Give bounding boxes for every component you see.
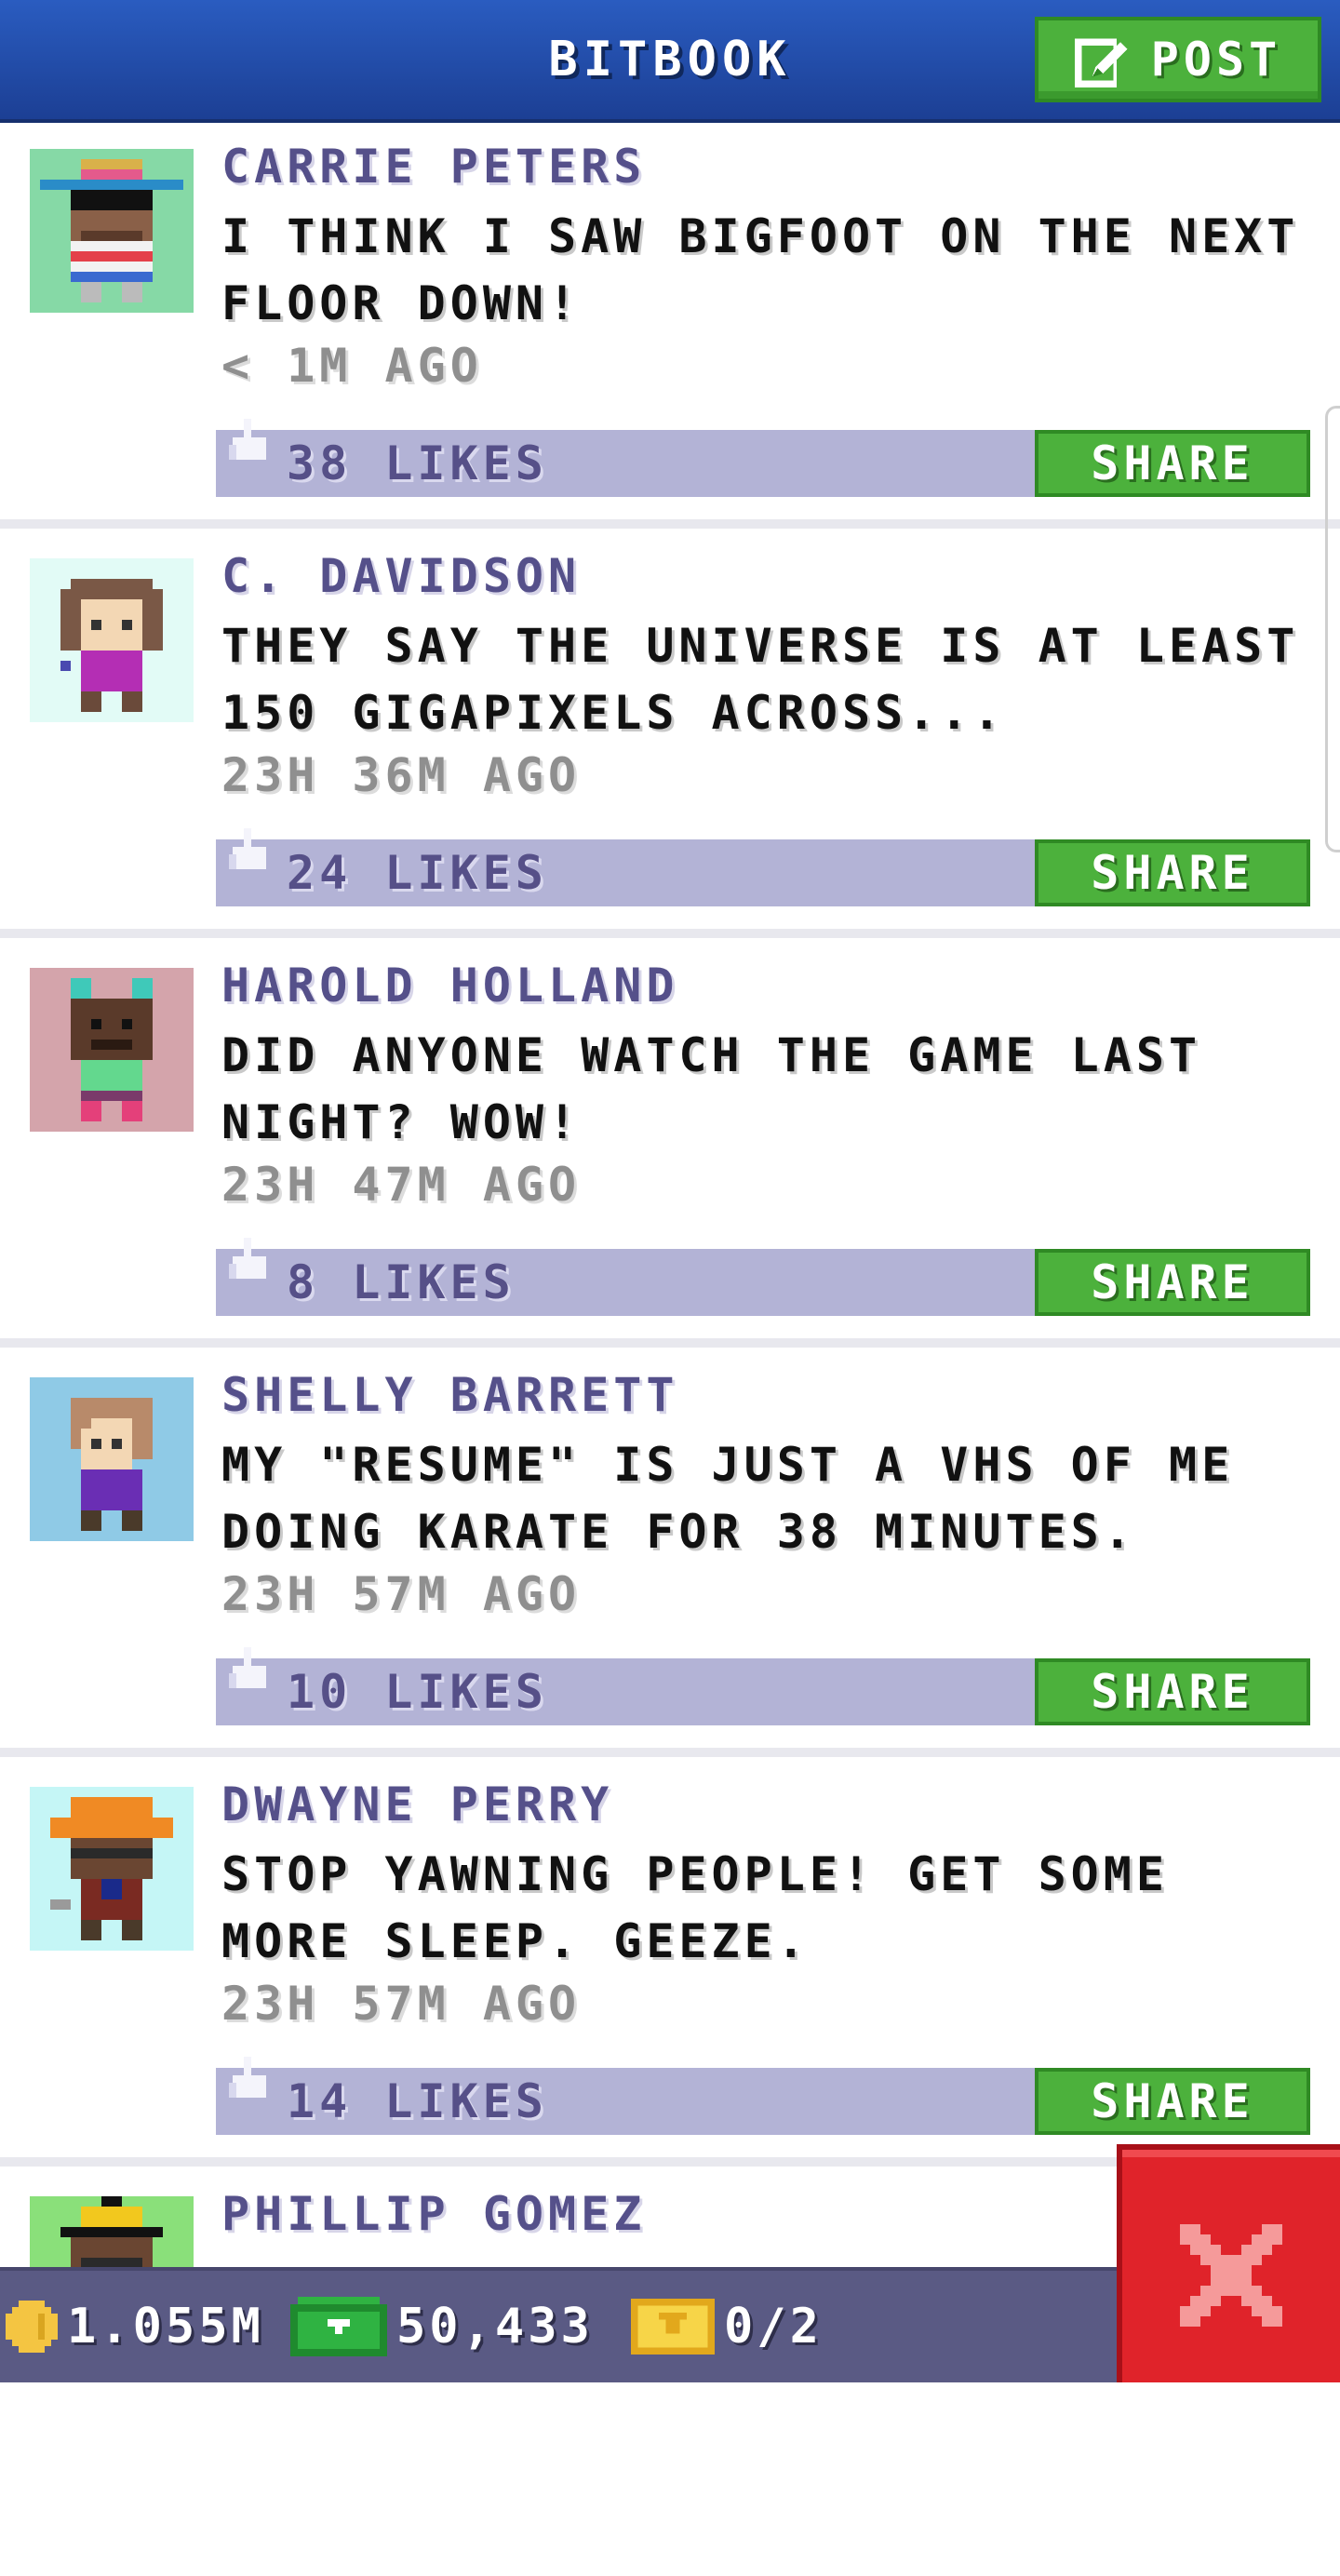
- post-time: < 1M AGO: [221, 339, 483, 393]
- feed-post: C. DAVIDSON THEY SAY THE UNIVERSE IS AT …: [0, 529, 1340, 938]
- likes-bar: 10 LIKES SHARE: [216, 1647, 1310, 1725]
- thumbs-up-icon[interactable]: [229, 2057, 270, 2116]
- post-time: 23H 57M AGO: [221, 1977, 582, 2031]
- post-message: THEY SAY THE UNIVERSE IS AT LEAST 150 GI…: [221, 619, 1300, 740]
- share-button[interactable]: SHARE: [1035, 839, 1310, 906]
- post-button[interactable]: POST: [1035, 17, 1321, 102]
- post-author[interactable]: PHILLIP GOMEZ: [221, 2187, 646, 2241]
- likes-bar: 14 LIKES SHARE: [216, 2057, 1310, 2135]
- post-message: DID ANYONE WATCH THE GAME LAST NIGHT? WO…: [221, 1028, 1202, 1149]
- post-message: MY "RESUME" IS JUST A VHS OF ME DOING KA…: [221, 1438, 1235, 1559]
- avatar-sombrero-icon: [30, 149, 194, 313]
- share-button[interactable]: SHARE: [1035, 1658, 1310, 1725]
- share-button[interactable]: SHARE: [1035, 1249, 1310, 1316]
- likes-count: 24 LIKES: [287, 846, 548, 900]
- feed-post: HAROLD HOLLAND DID ANYONE WATCH THE GAME…: [0, 938, 1340, 1348]
- post-author[interactable]: HAROLD HOLLAND: [221, 959, 678, 1013]
- post-divider: [0, 1338, 1340, 1348]
- post-time: 23H 57M AGO: [221, 1567, 582, 1621]
- post-author[interactable]: SHELLY BARRETT: [221, 1368, 678, 1422]
- tickets-value: 0/2: [724, 2299, 823, 2355]
- thumbs-up-icon[interactable]: [229, 419, 270, 478]
- post-author[interactable]: DWAYNE PERRY: [221, 1778, 613, 1831]
- likes-count: 38 LIKES: [287, 436, 548, 490]
- post-message: I THINK I SAW BIGFOOT ON THE NEXT FLOOR …: [221, 209, 1300, 330]
- bux-icon: [290, 2297, 387, 2356]
- post-time: 23H 36M AGO: [221, 748, 582, 802]
- coins-stat: 1.055M: [6, 2271, 264, 2382]
- post-button-label: POST: [1150, 33, 1282, 87]
- scrollbar[interactable]: [1325, 406, 1340, 852]
- likes-count: 14 LIKES: [287, 2074, 548, 2128]
- avatar-girl-icon: [30, 1377, 194, 1541]
- avatar[interactable]: [30, 558, 194, 722]
- header-bar: BITBOOK POST: [0, 0, 1340, 119]
- avatar[interactable]: [30, 1377, 194, 1541]
- share-button[interactable]: SHARE: [1035, 2068, 1310, 2135]
- avatar-hardhat-icon: [30, 1787, 194, 1951]
- post-divider: [0, 929, 1340, 938]
- close-button[interactable]: [1117, 2144, 1340, 2382]
- bux-value: 50,433: [396, 2299, 594, 2355]
- post-author[interactable]: CARRIE PETERS: [221, 140, 646, 194]
- avatar-woman-icon: [30, 558, 194, 722]
- share-button[interactable]: SHARE: [1035, 430, 1310, 497]
- post-message: STOP YAWNING PEOPLE! GET SOME MORE SLEEP…: [221, 1847, 1169, 1968]
- close-icon: [1180, 2224, 1282, 2327]
- thumbs-up-icon[interactable]: [229, 828, 270, 888]
- feed-post: SHELLY BARRETT MY "RESUME" IS JUST A VHS…: [0, 1348, 1340, 1757]
- thumbs-up-icon[interactable]: [229, 1238, 270, 1297]
- coin-icon: [6, 2301, 58, 2353]
- avatar[interactable]: [30, 1787, 194, 1951]
- likes-bar: 24 LIKES SHARE: [216, 828, 1310, 906]
- post-time: 23H 47M AGO: [221, 1158, 582, 1212]
- post-divider: [0, 1748, 1340, 1757]
- coins-value: 1.055M: [67, 2299, 264, 2355]
- likes-bar: 38 LIKES SHARE: [216, 419, 1310, 497]
- ticket-icon: [631, 2299, 715, 2355]
- feed-post: DWAYNE PERRY STOP YAWNING PEOPLE! GET SO…: [0, 1757, 1340, 2167]
- avatar-cat-ears-icon: [30, 968, 194, 1132]
- thumbs-up-icon[interactable]: [229, 1647, 270, 1707]
- likes-bar: 8 LIKES SHARE: [216, 1238, 1310, 1316]
- post-divider: [0, 519, 1340, 529]
- tickets-stat: 0/2: [631, 2271, 823, 2382]
- edit-icon: [1074, 38, 1128, 87]
- feed-post: CARRIE PETERS I THINK I SAW BIGFOOT ON T…: [0, 119, 1340, 529]
- bux-stat: 50,433: [290, 2271, 594, 2382]
- post-author[interactable]: C. DAVIDSON: [221, 549, 581, 603]
- likes-count: 10 LIKES: [287, 1665, 548, 1719]
- likes-count: 8 LIKES: [287, 1255, 516, 1309]
- avatar[interactable]: [30, 149, 194, 313]
- avatar[interactable]: [30, 968, 194, 1132]
